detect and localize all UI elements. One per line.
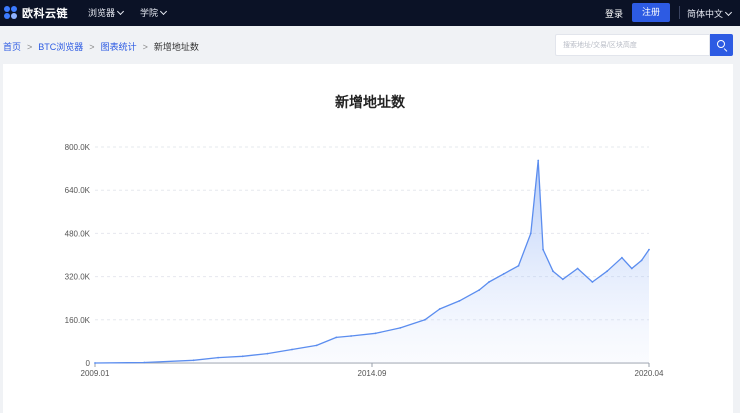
x-tick-label: 2014.09 <box>358 369 387 378</box>
series-point <box>335 336 338 339</box>
series-point <box>241 355 244 358</box>
series-point <box>606 270 608 273</box>
series-point <box>648 248 650 251</box>
series-point <box>621 256 623 259</box>
series-point <box>399 327 402 329</box>
series-point <box>630 267 633 270</box>
y-tick-label: 480.0K <box>65 229 91 238</box>
series-point <box>552 270 554 273</box>
y-tick-label: 800.0K <box>65 143 91 152</box>
series-point <box>350 335 352 337</box>
series-point <box>478 289 480 291</box>
series-point <box>576 267 579 270</box>
series-point <box>266 352 269 355</box>
series-point <box>143 361 146 364</box>
series-point <box>217 356 220 359</box>
series-point <box>424 318 426 321</box>
series-point <box>529 232 532 235</box>
series-point <box>640 259 643 262</box>
series-point <box>537 159 540 162</box>
new-addresses-chart: 0 160.0K 320.0K 480.0K 640.0K 800.0K 2009.01 20… <box>65 143 664 378</box>
x-tick-label: 2020.04 <box>635 369 664 378</box>
series-point <box>374 332 377 335</box>
series-point <box>192 359 195 362</box>
series-point <box>542 248 544 251</box>
series-point <box>94 362 96 364</box>
series-point <box>458 300 461 302</box>
y-tick-label: 0 <box>86 359 91 368</box>
series-point <box>517 264 520 267</box>
y-tick-label: 640.0K <box>65 186 91 195</box>
series-point <box>315 344 318 347</box>
y-tick-label: 320.0K <box>65 273 91 282</box>
y-tick-label: 160.0K <box>65 316 91 325</box>
series-point <box>561 278 564 281</box>
series-point <box>502 273 505 275</box>
series-point <box>591 281 594 283</box>
x-tick-label: 2009.01 <box>81 369 110 378</box>
series-area <box>95 160 649 363</box>
series-point <box>291 348 293 351</box>
series-point <box>438 308 441 310</box>
series-point <box>488 281 490 283</box>
